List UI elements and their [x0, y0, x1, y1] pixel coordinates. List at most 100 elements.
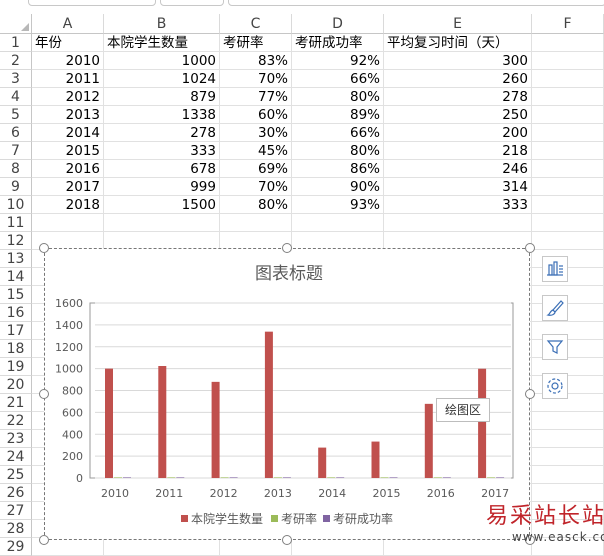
cell-e8[interactable]: 246	[384, 160, 532, 178]
column-header-f[interactable]: F	[532, 14, 604, 34]
row-header-22[interactable]: 22	[0, 412, 32, 430]
cell-f1[interactable]	[532, 34, 604, 52]
cell-c4[interactable]: 77%	[220, 88, 292, 106]
cell-d29[interactable]	[292, 538, 384, 556]
cell-e9[interactable]: 314	[384, 178, 532, 196]
cell-f7[interactable]	[532, 142, 604, 160]
row-header-2[interactable]: 2	[0, 52, 32, 70]
cell-b29[interactable]	[104, 538, 220, 556]
cell-c2[interactable]: 83%	[220, 52, 292, 70]
chart-area[interactable]: 图表标题 0 200 400 600 800 1000 1200 1400 1600 2010 201…	[44, 248, 530, 540]
row-header-29[interactable]: 29	[0, 538, 32, 556]
chart-elements-button[interactable]	[542, 256, 568, 282]
row-header-6[interactable]: 6	[0, 124, 32, 142]
row-header-11[interactable]: 11	[0, 214, 32, 232]
cell-a2[interactable]: 2010	[32, 52, 104, 70]
row-header-24[interactable]: 24	[0, 448, 32, 466]
cell-f25[interactable]	[532, 466, 604, 484]
cell-a1[interactable]: 年份	[32, 34, 104, 52]
cell-b10[interactable]: 1500	[104, 196, 220, 214]
chart-filters-button[interactable]	[542, 334, 568, 360]
chart-resize-handle-right[interactable]	[525, 389, 535, 399]
row-header-23[interactable]: 23	[0, 430, 32, 448]
cell-d3[interactable]: 66%	[292, 70, 384, 88]
cell-b1[interactable]: 本院学生数量	[104, 34, 220, 52]
cell-e6[interactable]: 200	[384, 124, 532, 142]
row-header-14[interactable]: 14	[0, 268, 32, 286]
row-header-21[interactable]: 21	[0, 394, 32, 412]
row-header-3[interactable]: 3	[0, 70, 32, 88]
cell-f9[interactable]	[532, 178, 604, 196]
column-header-a[interactable]: A	[32, 14, 104, 34]
row-header-9[interactable]: 9	[0, 178, 32, 196]
cell-d11[interactable]	[292, 214, 384, 232]
row-header-17[interactable]: 17	[0, 322, 32, 340]
cell-a4[interactable]: 2012	[32, 88, 104, 106]
cell-c5[interactable]: 60%	[220, 106, 292, 124]
cell-b3[interactable]: 1024	[104, 70, 220, 88]
row-header-26[interactable]: 26	[0, 484, 32, 502]
cell-a11[interactable]	[32, 214, 104, 232]
cell-a9[interactable]: 2017	[32, 178, 104, 196]
cell-a7[interactable]: 2015	[32, 142, 104, 160]
cell-e10[interactable]: 333	[384, 196, 532, 214]
row-header-18[interactable]: 18	[0, 340, 32, 358]
row-header-10[interactable]: 10	[0, 196, 32, 214]
cell-b11[interactable]	[104, 214, 220, 232]
cell-e5[interactable]: 250	[384, 106, 532, 124]
cell-b9[interactable]: 999	[104, 178, 220, 196]
chart-resize-handle-top[interactable]	[282, 243, 292, 253]
cell-a5[interactable]: 2013	[32, 106, 104, 124]
cell-e7[interactable]: 218	[384, 142, 532, 160]
cell-d8[interactable]: 86%	[292, 160, 384, 178]
cell-c6[interactable]: 30%	[220, 124, 292, 142]
select-all-corner[interactable]	[0, 14, 32, 34]
cell-a6[interactable]: 2014	[32, 124, 104, 142]
cell-f5[interactable]	[532, 106, 604, 124]
cell-c3[interactable]: 70%	[220, 70, 292, 88]
chart-resize-handle-left[interactable]	[39, 389, 49, 399]
cell-d1[interactable]: 考研成功率	[292, 34, 384, 52]
chart-resize-handle-tl[interactable]	[39, 243, 49, 253]
cell-d7[interactable]: 80%	[292, 142, 384, 160]
cell-e3[interactable]: 260	[384, 70, 532, 88]
cell-a3[interactable]: 2011	[32, 70, 104, 88]
cell-f24[interactable]	[532, 448, 604, 466]
name-box[interactable]	[28, 0, 156, 6]
cell-d2[interactable]: 92%	[292, 52, 384, 70]
row-header-1[interactable]: 1	[0, 34, 32, 52]
cell-f3[interactable]	[532, 70, 604, 88]
column-header-c[interactable]: C	[220, 14, 292, 34]
cell-b2[interactable]: 1000	[104, 52, 220, 70]
row-header-8[interactable]: 8	[0, 160, 32, 178]
formula-controls[interactable]	[160, 0, 224, 6]
row-header-15[interactable]: 15	[0, 286, 32, 304]
row-header-13[interactable]: 13	[0, 250, 32, 268]
row-header-27[interactable]: 27	[0, 502, 32, 520]
cell-e1[interactable]: 平均复习时间（天）	[384, 34, 532, 52]
cell-f6[interactable]	[532, 124, 604, 142]
cell-d6[interactable]: 66%	[292, 124, 384, 142]
chart-settings-button[interactable]	[542, 373, 568, 399]
cell-d9[interactable]: 90%	[292, 178, 384, 196]
cell-d5[interactable]: 89%	[292, 106, 384, 124]
cell-c11[interactable]	[220, 214, 292, 232]
cell-c7[interactable]: 45%	[220, 142, 292, 160]
cell-e2[interactable]: 300	[384, 52, 532, 70]
cell-b6[interactable]: 278	[104, 124, 220, 142]
cell-d4[interactable]: 80%	[292, 88, 384, 106]
chart-canvas[interactable]: 图表标题 0 200 400 600 800 1000 1200 1400 1600 2010 201…	[45, 249, 529, 539]
cell-c10[interactable]: 80%	[220, 196, 292, 214]
column-header-b[interactable]: B	[104, 14, 220, 34]
row-header-20[interactable]: 20	[0, 376, 32, 394]
cell-c9[interactable]: 70%	[220, 178, 292, 196]
cell-b5[interactable]: 1338	[104, 106, 220, 124]
cell-d10[interactable]: 93%	[292, 196, 384, 214]
cell-f2[interactable]	[532, 52, 604, 70]
cell-b4[interactable]: 879	[104, 88, 220, 106]
cell-b7[interactable]: 333	[104, 142, 220, 160]
chart-resize-handle-bl[interactable]	[39, 535, 49, 545]
cell-e4[interactable]: 278	[384, 88, 532, 106]
cell-e11[interactable]	[384, 214, 532, 232]
cell-f4[interactable]	[532, 88, 604, 106]
